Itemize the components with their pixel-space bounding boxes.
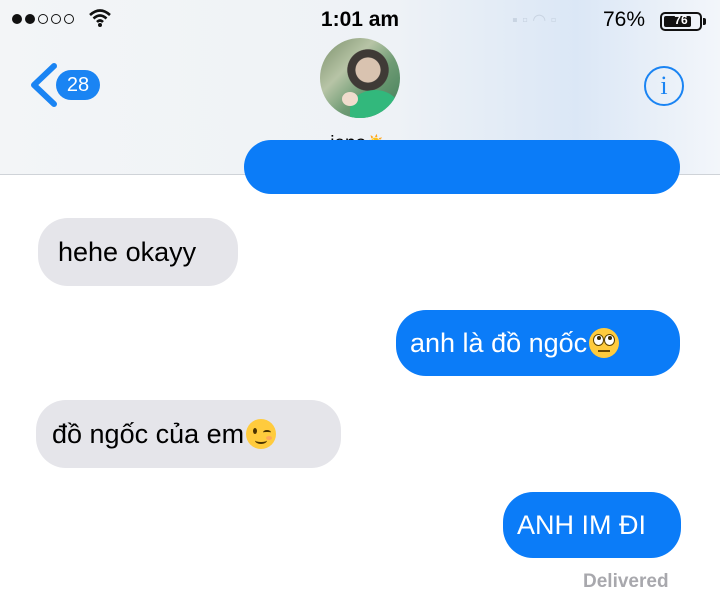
face-with-rolling-eyes-icon (589, 328, 620, 358)
status-bar: 1:01 am ▪ ▫ ◠ ▫ 76% 76 (0, 0, 720, 40)
headphones-icon: ▪ ▫ ◠ ▫ (512, 12, 557, 29)
message-bubble-outgoing[interactable]: anh là đồ ngốc (396, 310, 680, 376)
message-text: hehe okayy (58, 236, 197, 267)
message-bubble-outgoing[interactable]: ANH IM ĐI (503, 492, 681, 558)
message-text: anh là đồ ngốc (410, 327, 588, 358)
unread-count-badge[interactable]: 28 (56, 70, 100, 100)
winking-face-icon (246, 419, 277, 449)
battery-icon: 76 (660, 12, 702, 31)
contact-avatar[interactable] (320, 38, 400, 118)
message-text: ANH IM ĐI (517, 509, 647, 540)
message-text: đồ ngốc của em (52, 418, 245, 449)
battery-percentage: 76% (603, 8, 646, 31)
delivery-status: Delivered (583, 571, 669, 592)
battery-tip (703, 18, 706, 25)
battery-icon-label: 76 (674, 13, 688, 27)
message-bubble-incoming[interactable]: hehe okayy (38, 218, 238, 286)
message-bubble-incoming[interactable]: đồ ngốc của em (36, 400, 341, 468)
message-bubble-outgoing-partial[interactable] (244, 140, 680, 194)
info-icon[interactable]: i (644, 66, 684, 106)
